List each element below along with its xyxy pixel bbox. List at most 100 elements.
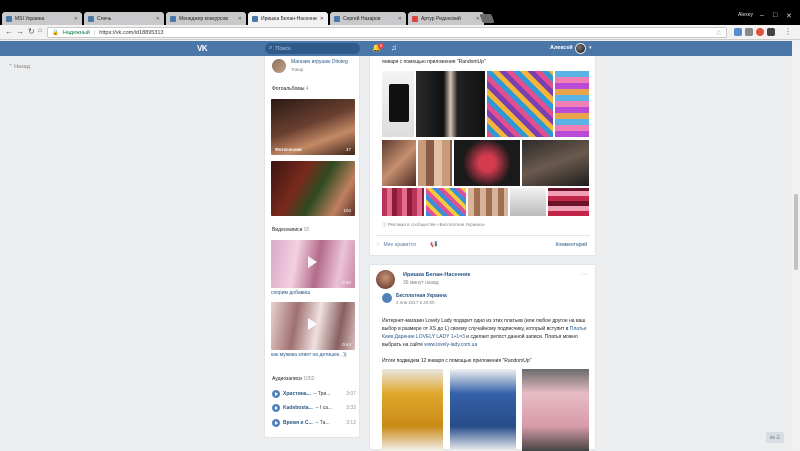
music-icon[interactable]: ♫	[391, 43, 397, 52]
address-bar[interactable]: 🔒 Надежный | https://vk.com/id18895313 ☆	[47, 27, 727, 38]
user-name[interactable]: Алексей	[550, 45, 573, 51]
back-link[interactable]: ⌃ Назад	[8, 64, 30, 70]
audio-track[interactable]: Kadebosta... – I са... 3:32	[272, 404, 356, 412]
search-input[interactable]	[275, 45, 356, 52]
photo[interactable]	[382, 140, 416, 186]
browser-tab[interactable]: MSI Украина ✕	[2, 12, 82, 25]
audio-heading[interactable]: Аудиозаписи 1052	[272, 376, 314, 382]
photo[interactable]	[416, 71, 485, 137]
window-user-label: Alexey	[738, 12, 754, 18]
photo[interactable]	[548, 188, 589, 216]
close-icon[interactable]: ✕	[74, 16, 78, 22]
author-avatar[interactable]	[376, 270, 395, 289]
photo[interactable]	[487, 71, 553, 137]
repost-group-name[interactable]: Бесплатная Украина	[396, 293, 447, 299]
search-icon: ⌕	[269, 45, 273, 51]
photo[interactable]	[418, 140, 452, 186]
photo[interactable]	[510, 188, 546, 216]
notification-badge: 5	[378, 43, 384, 49]
more-dots-icon[interactable]: ···	[581, 271, 588, 278]
favicon-icon	[412, 15, 418, 22]
wall-post: Иришка Белан-Насенник 36 минут назад ···…	[369, 264, 596, 451]
wall-post: января с помощью приложения "RandomUp" ⓘ…	[369, 56, 596, 256]
secure-label: Надежный	[62, 29, 90, 36]
share-icon[interactable]: 📢	[430, 241, 437, 248]
chevron-down-icon[interactable]: ▾	[589, 45, 592, 51]
comment-button[interactable]: Комментарий	[556, 242, 588, 248]
browser-tab[interactable]: Сергей Назаров ✕	[330, 12, 406, 25]
close-icon[interactable]: ✕	[156, 16, 160, 22]
extension-icon[interactable]	[767, 28, 775, 36]
group-avatar	[382, 293, 392, 303]
user-avatar[interactable]	[575, 43, 586, 54]
video-thumb[interactable]: 0:44	[271, 302, 355, 350]
extension-icon[interactable]	[745, 28, 753, 36]
maximize-icon[interactable]: □	[773, 12, 777, 19]
videos-heading[interactable]: Видеозаписи 92	[272, 227, 309, 233]
back-arrow-icon[interactable]: ←	[5, 27, 13, 36]
post-author[interactable]: Иришка Белан-Насенник	[403, 272, 470, 278]
close-icon[interactable]: ✕	[320, 16, 324, 22]
video-title[interactable]: как мужика злиет на детишек.. ))	[271, 352, 355, 358]
browser-tab[interactable]: Слечь ✕	[84, 12, 164, 25]
shop-name[interactable]: Магазин игрушек Ditoteg	[291, 59, 348, 65]
zoom-badge[interactable]: 55 ☰	[766, 432, 784, 443]
minimize-icon[interactable]: –	[760, 12, 764, 19]
home-icon[interactable]: ⌂	[38, 27, 42, 34]
ad-label[interactable]: ⓘ Реклама в сообществе «Бесплатная Украи…	[382, 222, 485, 228]
photo-album-thumb[interactable]: 104	[271, 161, 355, 216]
browser-tab[interactable]: Артур Ридонский ✕	[408, 12, 484, 25]
post-body: Интернет-магазин Lovely Lady подарит одн…	[382, 318, 587, 364]
window-close-icon[interactable]: ✕	[786, 12, 792, 20]
photo[interactable]	[426, 188, 466, 216]
search-box[interactable]: ⌕	[265, 43, 360, 54]
play-icon[interactable]	[272, 404, 280, 412]
close-icon[interactable]: ✕	[238, 16, 242, 22]
post-link[interactable]: www.lovely-lady.com.ua	[424, 342, 477, 348]
extension-icon[interactable]	[756, 28, 764, 36]
profile-sidebar: Магазин игрушек Ditoteg Товар Фотоальбом…	[264, 56, 360, 438]
photo[interactable]	[522, 140, 589, 186]
video-title[interactable]: спорим добавиш	[271, 290, 355, 296]
repost-time: 2 янв 2017 в 20:00	[396, 300, 435, 305]
photo[interactable]	[382, 188, 424, 216]
lock-icon: 🔒	[52, 29, 59, 36]
menu-dots-icon[interactable]: ⋮	[784, 27, 792, 36]
close-icon[interactable]: ✕	[398, 16, 402, 22]
forward-arrow-icon[interactable]: →	[16, 27, 24, 36]
favicon-icon	[6, 15, 12, 22]
url-text[interactable]: https://vk.com/id18895313	[99, 30, 163, 36]
like-button[interactable]: ♡ Мне нравится	[376, 242, 416, 248]
photo-product	[389, 84, 409, 122]
photo[interactable]	[522, 369, 589, 451]
favicon-icon	[252, 15, 258, 22]
photo[interactable]	[454, 140, 520, 186]
new-tab-button[interactable]	[479, 14, 495, 23]
post-text: января с помощью приложения "RandomUp"	[382, 59, 486, 65]
extension-icon[interactable]	[734, 28, 742, 36]
shop-item[interactable]: Магазин игрушек Ditoteg Товар	[272, 59, 348, 73]
video-thumb[interactable]: 0:42	[271, 240, 355, 288]
audio-track[interactable]: Время и С... – Та... 3:12	[272, 419, 356, 427]
reload-icon[interactable]: ↻	[28, 27, 35, 36]
photo[interactable]	[450, 369, 516, 451]
bookmark-star-icon[interactable]: ☆	[716, 29, 722, 37]
repost-source[interactable]: Бесплатная Украина 2 янв 2017 в 20:00	[382, 293, 447, 305]
browser-tab-active[interactable]: Иришка Белан-Насенник ✕	[248, 12, 328, 25]
browser-tab-strip: MSI Украина ✕ Слечь ✕ Менеджер конкурсов ✕ …	[0, 0, 800, 25]
scrollbar-thumb[interactable]	[794, 194, 798, 270]
favicon-icon	[88, 15, 94, 22]
photo-album-thumb[interactable]: Фотосессия 47	[271, 99, 355, 155]
albums-heading[interactable]: Фотоальбомы 4	[272, 86, 309, 92]
photo[interactable]	[468, 188, 508, 216]
audio-track[interactable]: Христина... – Три... 3:07	[272, 390, 356, 398]
photo[interactable]	[555, 71, 589, 137]
vk-logo[interactable]: VK	[197, 44, 208, 53]
browser-toolbar: ← → ↻ ⌂ 🔒 Надежный | https://vk.com/id18…	[0, 25, 800, 40]
post-time[interactable]: 36 минут назад	[403, 280, 439, 286]
photo[interactable]	[382, 369, 443, 451]
browser-tab[interactable]: Менеджер конкурсов ✕	[166, 12, 246, 25]
vk-header: VK ⌕ 🔔 5 ♫ Алексей ▾	[0, 41, 800, 56]
play-icon[interactable]	[272, 419, 280, 427]
play-icon[interactable]	[272, 390, 280, 398]
